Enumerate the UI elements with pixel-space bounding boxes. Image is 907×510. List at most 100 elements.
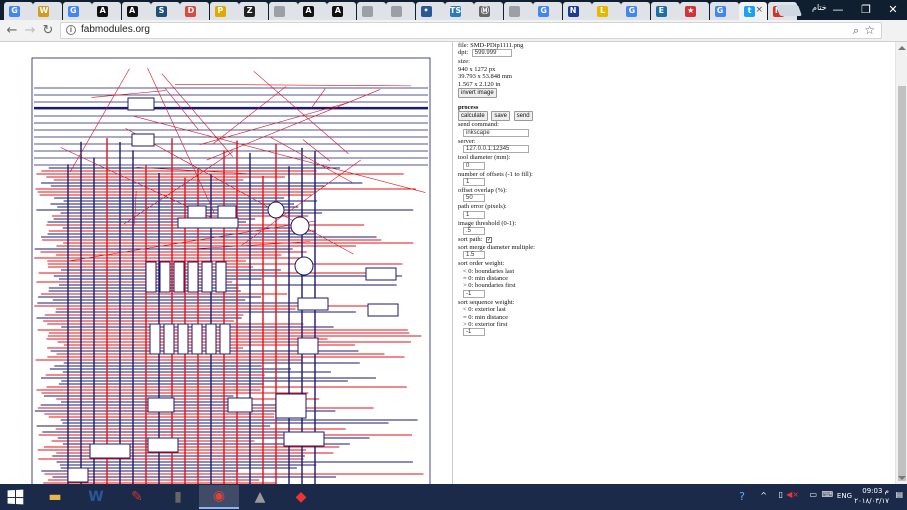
clock-time[interactable]: 09:03 م [862, 487, 889, 495]
back-icon[interactable]: ← [4, 22, 20, 38]
offsets-input[interactable]: 1 [463, 178, 485, 187]
pcb-pad [275, 393, 307, 419]
browser-tab[interactable]: E [650, 2, 680, 20]
browser-tab[interactable]: N [562, 2, 592, 20]
sort-merge-input[interactable]: 1.5 [463, 251, 485, 260]
sort-order-input[interactable]: -1 [463, 289, 485, 298]
zoom-icon[interactable]: ⌕ [853, 24, 859, 38]
pcb-pad [149, 323, 161, 355]
volume-muted-icon[interactable]: ◀× [786, 490, 799, 499]
scroll-down-icon[interactable] [898, 476, 906, 480]
language-indicator[interactable]: ENG [837, 492, 852, 500]
url-text[interactable]: fabmodules.org [81, 24, 150, 35]
reload-icon[interactable]: ↻ [40, 22, 56, 38]
invert-image-button[interactable]: invert image [458, 88, 497, 99]
send-button[interactable]: send [513, 111, 533, 122]
threshold-label: image threshold (0-1): [458, 219, 517, 227]
browser-tab[interactable]: Ⓜ [474, 2, 504, 20]
browser-tab[interactable]: L [592, 2, 621, 20]
browser-tab[interactable]: P [209, 2, 239, 20]
pcb-pad [177, 323, 189, 355]
browser-tab[interactable]: • [415, 2, 445, 20]
taskbar-app[interactable]: ▲ [240, 485, 280, 509]
server-input[interactable]: 127.0.0.1:12345 [463, 145, 529, 154]
browser-tab[interactable]: TS [445, 2, 474, 20]
tab-favicon-icon: E [655, 5, 667, 17]
close-tab-icon[interactable]: × [755, 5, 763, 15]
forward-icon[interactable]: → [22, 22, 38, 38]
bookmark-star-icon[interactable]: ☆ [864, 23, 875, 37]
new-tab-button[interactable] [775, 5, 803, 16]
browser-tab[interactable] [268, 2, 298, 20]
tab-favicon-icon: ★ [685, 5, 697, 17]
pcb-pad [219, 323, 231, 355]
path-error-input[interactable]: 1 [463, 210, 485, 219]
pcb-via [294, 256, 314, 276]
maximize-button[interactable]: ❐ [852, 0, 880, 18]
send-command-input[interactable]: inkscape [463, 128, 529, 137]
word-icon: W [88, 489, 104, 505]
input-icon[interactable]: ⌨ [821, 490, 833, 499]
send-command-label: send command: [458, 121, 499, 129]
help-icon[interactable]: ? [739, 490, 745, 503]
calculate-button[interactable]: calculate [458, 111, 488, 122]
sort-sequence-input[interactable]: -1 [463, 328, 485, 337]
sort-path-checkbox[interactable]: ✓ [486, 236, 492, 243]
tab-favicon-icon: P [214, 5, 226, 17]
browser-toolbar: ← → ↻ i fabmodules.org ⌕ ☆ [0, 20, 907, 57]
dpi-input[interactable]: 599.999 [471, 49, 512, 58]
scroll-up-icon[interactable] [898, 46, 906, 50]
browser-tab[interactable]: A [92, 2, 122, 20]
save-button[interactable]: save [491, 111, 510, 122]
browser-tab[interactable]: S [151, 2, 180, 20]
tab-favicon-icon: t [744, 5, 755, 17]
taskbar-app[interactable]: ◉ [199, 485, 239, 509]
browser-tab[interactable]: ★ [680, 2, 710, 20]
threshold-input[interactable]: .5 [463, 227, 485, 236]
browser-tab[interactable]: G [533, 2, 563, 20]
close-window-button[interactable]: ✕ [879, 0, 907, 18]
address-bar[interactable]: i fabmodules.org ⌕ ☆ [60, 22, 882, 39]
notifications-icon[interactable]: ▤ [895, 490, 903, 499]
taskbar-app[interactable]: W [76, 485, 116, 509]
taskbar-app[interactable]: ✎ [117, 485, 157, 509]
tab-favicon-icon: L [597, 5, 608, 17]
browser-tab[interactable]: G [62, 2, 92, 20]
browser-tab[interactable]: A [298, 2, 327, 20]
overlap-input[interactable]: 50 [463, 194, 485, 203]
browser-tab[interactable]: W [33, 2, 63, 20]
overlap-label: offset overlap (%): [458, 187, 507, 195]
browser-tab[interactable]: A [121, 2, 151, 20]
windows-start-icon[interactable] [7, 489, 24, 505]
browser-tab[interactable]: t × [739, 2, 767, 20]
browser-tab[interactable]: A [327, 2, 357, 20]
site-info-icon[interactable]: i [66, 25, 76, 35]
clock-date[interactable]: ٢٠١٨/٠٣/١٧ [854, 497, 889, 505]
browser-tab[interactable]: G [709, 2, 739, 20]
browser-tab[interactable]: G [621, 2, 651, 20]
browser-tab[interactable] [356, 2, 386, 20]
browser-tab[interactable] [503, 2, 533, 20]
book-app-icon: ▮ [174, 489, 182, 505]
browser-tab[interactable]: D [180, 2, 210, 20]
controls-panel: file: SMD-PDip1111.png dpi: 599.999 size… [458, 42, 638, 337]
browser-tab[interactable]: Z [239, 2, 269, 20]
tab-favicon-icon [508, 5, 520, 17]
browser-tab[interactable]: G [4, 2, 33, 20]
scrollbar-thumb[interactable] [898, 86, 906, 481]
taskbar-app[interactable]: ◆ [281, 485, 321, 509]
browser-tab[interactable] [386, 2, 416, 20]
size-px: 940 x 1272 px [458, 65, 496, 73]
tool-diameter-input[interactable]: 0 [463, 161, 485, 170]
minimize-button[interactable]: — [824, 0, 852, 18]
vertical-scrollbar[interactable] [895, 42, 907, 484]
taskbar-app[interactable]: ▬ [35, 485, 75, 509]
tray-arrow-icon[interactable]: ^ [760, 491, 767, 500]
pcb-pad [205, 323, 217, 355]
battery-icon[interactable]: ▯ [779, 490, 783, 499]
sort-path-label: sort path: [458, 236, 483, 244]
taskbar-app[interactable]: ▮ [158, 485, 198, 509]
network-icon[interactable]: ▭ [809, 490, 817, 499]
tab-favicon-icon: G [714, 5, 726, 17]
dpi-label: dpi: [458, 49, 469, 57]
